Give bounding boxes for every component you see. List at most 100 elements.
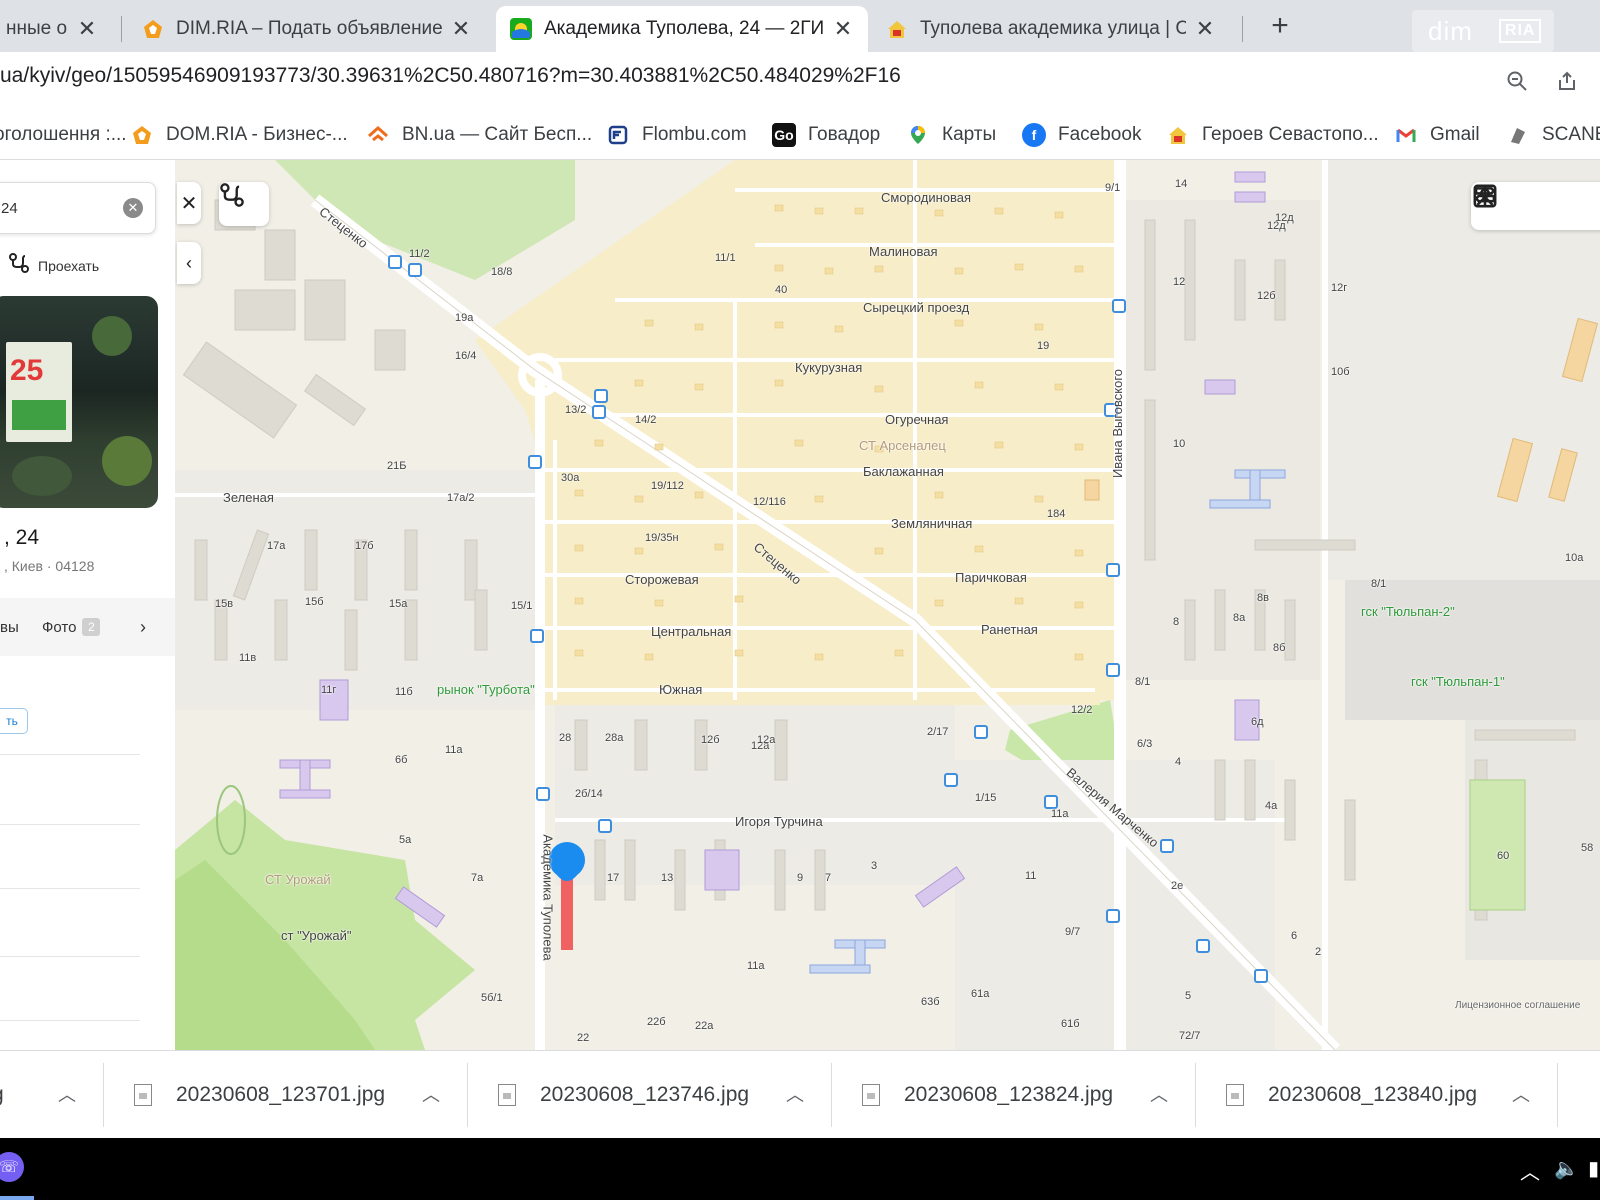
house-number: 4а: [1265, 800, 1278, 812]
house-number: 11г: [321, 684, 337, 696]
house-number: 12б: [1257, 290, 1276, 302]
chevron-up-icon[interactable]: ︿: [1512, 1081, 1530, 1107]
divider: [1557, 1063, 1558, 1127]
bookmark-label: Говадор: [808, 124, 881, 145]
tab-title: нные объ: [6, 18, 68, 39]
close-panel-button[interactable]: ✕: [177, 182, 201, 224]
bookmark-item[interactable]: оголошення :...: [0, 120, 127, 150]
chevron-up-icon[interactable]: ︿: [422, 1081, 440, 1107]
house-number: 9: [797, 872, 804, 884]
house-number: 28: [559, 732, 572, 744]
tab-bar: нные объ ✕ DIM.RIA – Подать объявление о…: [0, 0, 1600, 52]
place-title: , 24: [4, 526, 40, 549]
share-icon[interactable]: [1552, 66, 1582, 96]
house-number: 5: [1185, 990, 1192, 1002]
house-number: 6д: [1251, 716, 1264, 728]
file-image-icon: [498, 1084, 516, 1106]
house-number: 8в: [1257, 592, 1269, 604]
house-number: 8б: [1273, 642, 1286, 654]
tab-divider: [121, 16, 122, 42]
place-tabs: вы Фото 2 ›: [0, 598, 175, 656]
chevron-up-icon[interactable]: ︿: [58, 1081, 76, 1107]
house-number: 13/2: [565, 404, 587, 416]
house-number: 8/1: [1135, 676, 1151, 688]
bookmark-item[interactable]: Героев Севастопо...: [1166, 120, 1379, 150]
tab-reviews[interactable]: вы: [0, 619, 19, 636]
download-item[interactable]: 20230608_123824.jpg: [862, 1073, 1113, 1117]
download-item[interactable]: 20230608_123746.jpg: [498, 1073, 749, 1117]
bookmark-item[interactable]: Карты: [906, 120, 996, 150]
search-input[interactable]: 24 ✕: [0, 182, 156, 234]
tab-ads[interactable]: нные объ ✕: [0, 6, 112, 52]
route-button[interactable]: Проехать: [8, 252, 99, 280]
house-number: 10: [1173, 438, 1186, 450]
route-icon: [8, 252, 30, 280]
panel-action-button[interactable]: ть: [0, 708, 28, 734]
close-icon[interactable]: ✕: [450, 16, 472, 42]
house-number: 4: [1175, 756, 1182, 768]
download-item[interactable]: 20230608_123701.jpg: [134, 1073, 385, 1117]
house-number: 14/2: [635, 414, 657, 426]
close-icon[interactable]: ✕: [1194, 16, 1216, 42]
map-canvas[interactable]: Смородиновая Малиновая Сырецкий проезд К…: [175, 160, 1600, 1050]
house-number: 17а/2: [447, 492, 475, 504]
house-number: 14: [1175, 178, 1188, 190]
2gis-icon: [510, 18, 532, 40]
house-number: 7: [825, 872, 832, 884]
bookmark-item[interactable]: DOM.RIA - Бизнес-...: [130, 120, 348, 150]
chevron-up-icon[interactable]: ︿: [1520, 1156, 1540, 1185]
house-number: 11а: [747, 960, 765, 972]
close-icon[interactable]: ✕: [76, 16, 98, 42]
route-mode-button[interactable]: [219, 182, 269, 226]
close-icon[interactable]: ✕: [832, 16, 854, 42]
house-number: 11в: [239, 652, 257, 664]
tab-photo[interactable]: Фото 2: [42, 618, 101, 636]
tab-2gis[interactable]: Академика Туполева, 24 — 2ГИ ✕: [496, 6, 868, 52]
house-number: 6/3: [1137, 738, 1153, 750]
bookmark-item[interactable]: SCANE: [1506, 120, 1600, 150]
house-number: 5а: [399, 834, 412, 846]
house-number: 15/1: [511, 600, 533, 612]
license-link[interactable]: Лицензионное соглашение: [1455, 1000, 1580, 1011]
domria-icon: [142, 18, 164, 40]
house-number: 40: [775, 284, 788, 296]
house-number: 9/1: [1105, 182, 1121, 194]
house-number: 30а: [561, 472, 580, 484]
tab-divider: [1242, 16, 1243, 42]
chevron-up-icon[interactable]: ︿: [786, 1081, 804, 1107]
clear-search-icon[interactable]: ✕: [123, 198, 143, 218]
bookmark-item[interactable]: BN.ua — Сайт Бесп...: [366, 120, 592, 150]
tab-dimria[interactable]: Туполева академика улица | Св ✕: [872, 6, 1230, 52]
network-icon[interactable]: ▮: [1588, 1156, 1599, 1181]
house-number: 7а: [471, 872, 484, 884]
bookmark-label: Flombu.com: [642, 124, 747, 145]
download-item[interactable]: g: [0, 1073, 4, 1117]
download-item[interactable]: 20230608_123840.jpg: [1226, 1073, 1477, 1117]
tab-domria[interactable]: DIM.RIA – Подать объявление о ✕: [128, 6, 486, 52]
chevron-up-icon[interactable]: ︿: [1150, 1081, 1168, 1107]
downloads-bar: g ︿ 20230608_123701.jpg ︿ 20230608_12374…: [0, 1050, 1600, 1138]
divider: [0, 888, 140, 889]
url-field[interactable]: ua/kyiv/geo/15059546909193773/30.39631%2…: [0, 64, 901, 88]
house-number: 12а: [757, 734, 776, 746]
speaker-icon[interactable]: 🔈: [1554, 1156, 1579, 1181]
bookmark-item[interactable]: f Facebook: [1022, 120, 1141, 150]
logo-text: dim: [1428, 15, 1473, 46]
place-photo[interactable]: 25: [0, 296, 158, 508]
photo-poster: 25: [6, 342, 72, 442]
bookmark-item[interactable]: Go Говадор: [772, 120, 880, 150]
house-number: 21Б: [387, 460, 407, 472]
house-number: 11а: [445, 744, 463, 756]
street-label: Зеленая: [223, 490, 274, 505]
bookmark-item[interactable]: Flombu.com: [606, 120, 747, 150]
bookmark-item[interactable]: Gmail: [1394, 120, 1480, 150]
house-number: 15а: [389, 598, 408, 610]
tab-title: DIM.RIA – Подать объявление о: [176, 18, 442, 39]
viber-icon[interactable]: ☏: [0, 1152, 24, 1182]
bookmarks-bar: оголошення :... DOM.RIA - Бизнес-... BN.…: [0, 110, 1600, 160]
new-tab-button[interactable]: +: [1262, 8, 1298, 44]
poi-label: рынок "Турбота": [437, 682, 535, 697]
collapse-panel-button[interactable]: ‹: [177, 242, 201, 284]
chevron-right-icon[interactable]: ›: [140, 617, 146, 638]
zoom-icon[interactable]: [1502, 66, 1532, 96]
